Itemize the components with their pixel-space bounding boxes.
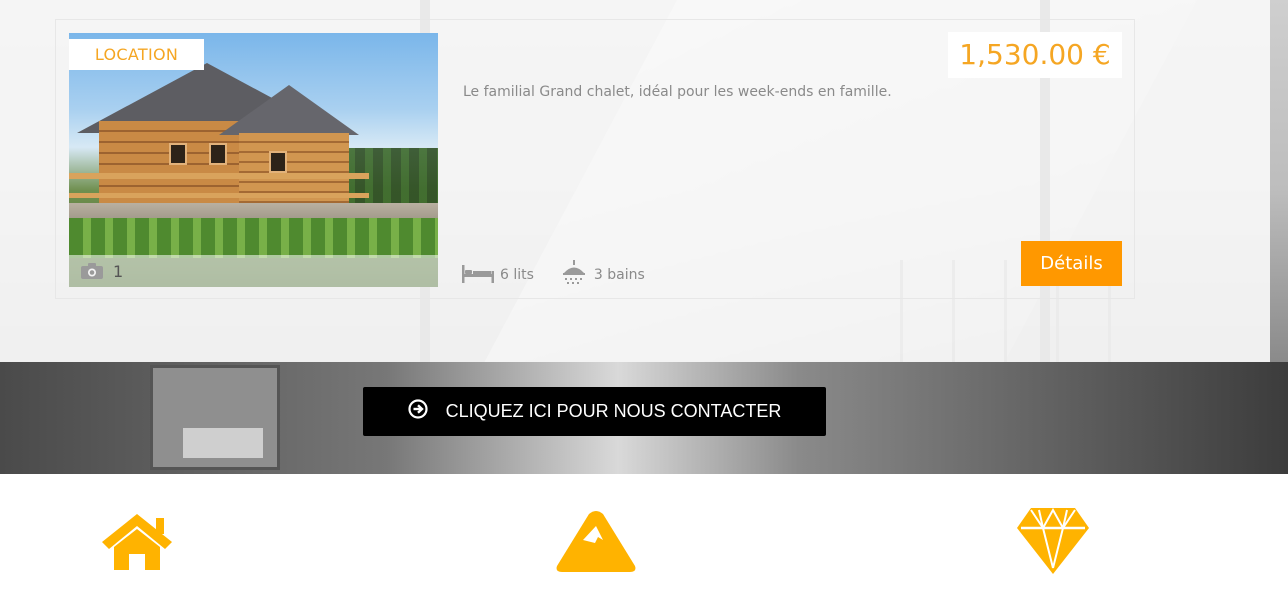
details-button[interactable]: Détails [1021,241,1122,286]
camera-icon [81,263,103,279]
diamond-icon [1017,507,1089,579]
contact-button-label: CLIQUEZ ICI POUR NOUS CONTACTER [445,401,782,421]
listing-card: LOCATION 1 Le familial Grand chalet, idé… [55,19,1135,299]
location-badge: LOCATION [69,39,204,70]
mountain-icon [555,510,637,579]
baths-count: 3 bains [593,267,645,283]
features-icons-row [0,474,1288,600]
baths-feature: 3 bains [560,260,645,290]
shower-icon [560,260,588,290]
contact-button[interactable]: CLIQUEZ ICI POUR NOUS CONTACTER [363,387,826,436]
listing-photo[interactable]: LOCATION 1 [69,33,438,287]
photo-count-bar: 1 [69,255,438,287]
listing-features: 6 lits 3 bains [462,260,645,290]
house-icon [100,512,174,575]
listing-panel: LOCATION 1 Le familial Grand chalet, idé… [0,0,1270,362]
beds-count: 6 lits [500,267,534,283]
photo-count: 1 [113,261,124,281]
bed-icon [462,263,494,287]
beds-feature: 6 lits [462,263,534,287]
arrow-circle-right-icon [408,399,428,424]
listing-description: Le familial Grand chalet, idéal pour les… [463,84,892,100]
price-tag: 1,530.00 € [948,32,1122,78]
